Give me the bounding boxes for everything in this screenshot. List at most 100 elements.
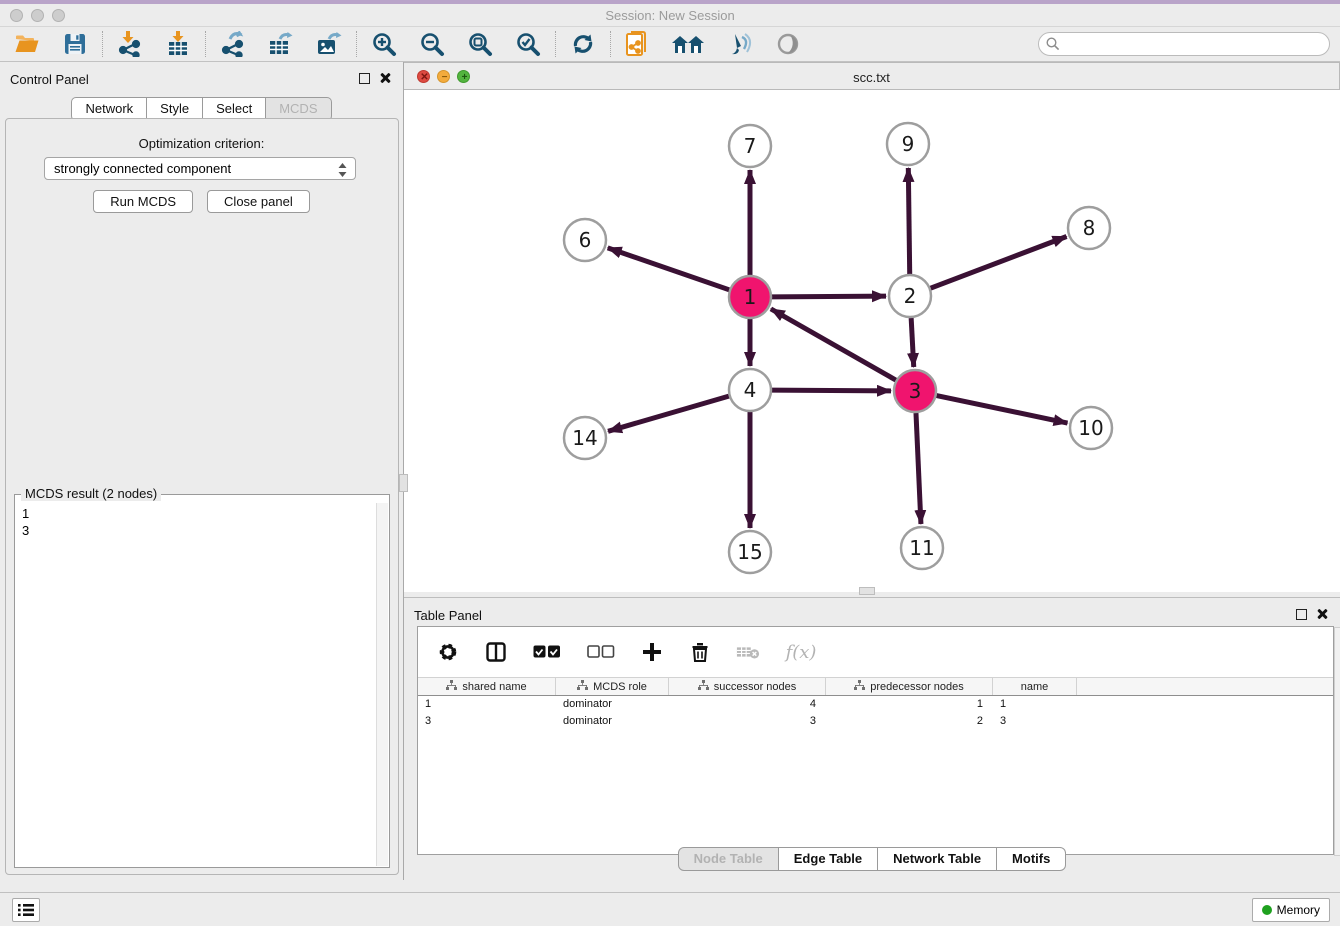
table-cell[interactable]: 3 — [418, 713, 556, 730]
float-panel-icon[interactable] — [359, 73, 370, 84]
mcds-result-title: MCDS result (2 nodes) — [21, 486, 161, 501]
run-mcds-button[interactable]: Run MCDS — [93, 190, 193, 213]
close-panel-icon[interactable] — [379, 72, 391, 84]
edge-3-1[interactable] — [771, 309, 896, 380]
zoom-out-icon[interactable] — [417, 30, 447, 58]
add-column-icon[interactable] — [640, 638, 664, 666]
float-table-panel-icon[interactable] — [1296, 609, 1307, 620]
node-1[interactable]: 1 — [729, 276, 771, 318]
criterion-select[interactable]: strongly connected component — [44, 157, 356, 180]
network-canvas[interactable]: 7 9 6 8 1 2 4 3 14 10 15 11 — [404, 90, 1340, 592]
edge-3-10[interactable] — [937, 396, 1068, 424]
table-cell[interactable]: 1 — [418, 696, 556, 713]
node-14[interactable]: 14 — [564, 417, 606, 459]
save-session-icon[interactable] — [60, 30, 90, 58]
delete-table-icon[interactable] — [736, 638, 760, 666]
function-builder-icon[interactable]: f(x) — [784, 638, 818, 666]
table-tabstrip: Node TableEdge TableNetwork TableMotifs — [404, 847, 1340, 871]
node-7[interactable]: 7 — [729, 125, 771, 167]
export-table-icon[interactable] — [266, 30, 296, 58]
edge-3-11[interactable] — [916, 413, 921, 524]
node-label: 1 — [744, 285, 757, 309]
column-label: MCDS role — [593, 681, 647, 693]
tab-node-table[interactable]: Node Table — [678, 847, 779, 871]
tab-edge-table[interactable]: Edge Table — [779, 847, 878, 871]
table-settings-icon[interactable] — [436, 638, 460, 666]
control-panel-title: Control Panel — [10, 72, 89, 87]
zoom-fit-icon[interactable] — [465, 30, 495, 58]
column-header-name[interactable]: name — [993, 678, 1077, 695]
horizontal-splitter-handle[interactable] — [859, 587, 875, 595]
tab-network-table[interactable]: Network Table — [878, 847, 997, 871]
table-cell[interactable]: 3 — [669, 713, 826, 730]
table-row[interactable]: 1dominator411 — [418, 696, 1333, 713]
table-cell[interactable]: 3 — [993, 713, 1077, 730]
mcds-result-box: MCDS result (2 nodes) 13 — [14, 494, 390, 868]
import-table-icon[interactable] — [163, 30, 193, 58]
node-10[interactable]: 10 — [1070, 407, 1112, 449]
edge-4-3[interactable] — [772, 390, 891, 391]
memory-button[interactable]: Memory — [1252, 898, 1330, 922]
table-toolbar: f(x) — [418, 627, 1333, 677]
vertical-splitter-handle[interactable] — [399, 474, 408, 492]
table-cell[interactable]: 2 — [826, 713, 993, 730]
table-cell[interactable]: 4 — [669, 696, 826, 713]
column-header-MCDS-role[interactable]: MCDS role — [556, 678, 669, 695]
split-view-icon[interactable] — [484, 638, 508, 666]
table-row[interactable]: 3dominator323 — [418, 713, 1333, 730]
node-6[interactable]: 6 — [564, 219, 606, 261]
zoom-selected-icon[interactable] — [513, 30, 543, 58]
edge-2-8[interactable] — [931, 237, 1067, 289]
export-network-icon[interactable] — [218, 30, 248, 58]
edge-2-9[interactable] — [908, 168, 909, 274]
edge-1-2[interactable] — [772, 296, 886, 297]
criterion-value: strongly connected component — [54, 161, 231, 176]
edge-1-6[interactable] — [608, 248, 730, 290]
select-all-checkboxes-icon[interactable] — [532, 638, 562, 666]
edge-2-3[interactable] — [911, 318, 914, 367]
node-label: 4 — [744, 378, 757, 402]
node-11[interactable]: 11 — [901, 527, 943, 569]
show-graphics-details-icon[interactable] — [773, 30, 803, 58]
first-neighbors-icon[interactable] — [671, 30, 707, 58]
deselect-all-checkboxes-icon[interactable] — [586, 638, 616, 666]
network-window-titlebar[interactable]: ✕ − + scc.txt — [404, 62, 1340, 90]
node-9[interactable]: 9 — [887, 123, 929, 165]
node-2[interactable]: 2 — [889, 275, 931, 317]
mcds-result-text[interactable]: 13 — [16, 503, 376, 866]
column-header-shared-name[interactable]: shared name — [418, 678, 556, 695]
table-cell[interactable]: dominator — [556, 713, 669, 730]
node-15[interactable]: 15 — [729, 531, 771, 573]
delete-column-icon[interactable] — [688, 638, 712, 666]
search-input[interactable] — [1038, 32, 1330, 56]
clone-network-icon[interactable] — [623, 30, 653, 58]
close-panel-button[interactable]: Close panel — [207, 190, 310, 213]
table-panel-title: Table Panel — [414, 608, 482, 623]
column-header-successor-nodes[interactable]: successor nodes — [669, 678, 826, 695]
open-session-icon[interactable] — [12, 30, 42, 58]
zoom-in-icon[interactable] — [369, 30, 399, 58]
import-network-icon[interactable] — [115, 30, 145, 58]
column-header-predecessor-nodes[interactable]: predecessor nodes — [826, 678, 993, 695]
table-cell[interactable]: dominator — [556, 696, 669, 713]
app-titlebar: Session: New Session — [0, 0, 1340, 27]
task-history-button[interactable] — [12, 898, 40, 922]
node-8[interactable]: 8 — [1068, 207, 1110, 249]
table-cell[interactable]: 1 — [993, 696, 1077, 713]
apply-layout-icon[interactable] — [568, 30, 598, 58]
node-4[interactable]: 4 — [729, 369, 771, 411]
close-table-panel-icon[interactable] — [1316, 608, 1328, 620]
mcds-result-line: 1 — [22, 505, 376, 522]
table-cell[interactable]: 1 — [826, 696, 993, 713]
status-bar: Memory — [0, 892, 1340, 926]
tab-motifs[interactable]: Motifs — [997, 847, 1066, 871]
column-tree-icon — [854, 680, 865, 694]
mcds-result-scrollbar[interactable] — [376, 503, 388, 866]
export-image-icon[interactable] — [314, 30, 344, 58]
node-3[interactable]: 3 — [894, 370, 936, 412]
edge-4-14[interactable] — [608, 396, 729, 431]
table-scrollbar[interactable] — [1334, 627, 1340, 856]
table-panel: Table Panel — [404, 597, 1340, 880]
apply-style-icon[interactable] — [725, 30, 755, 58]
node-label: 8 — [1083, 216, 1096, 240]
